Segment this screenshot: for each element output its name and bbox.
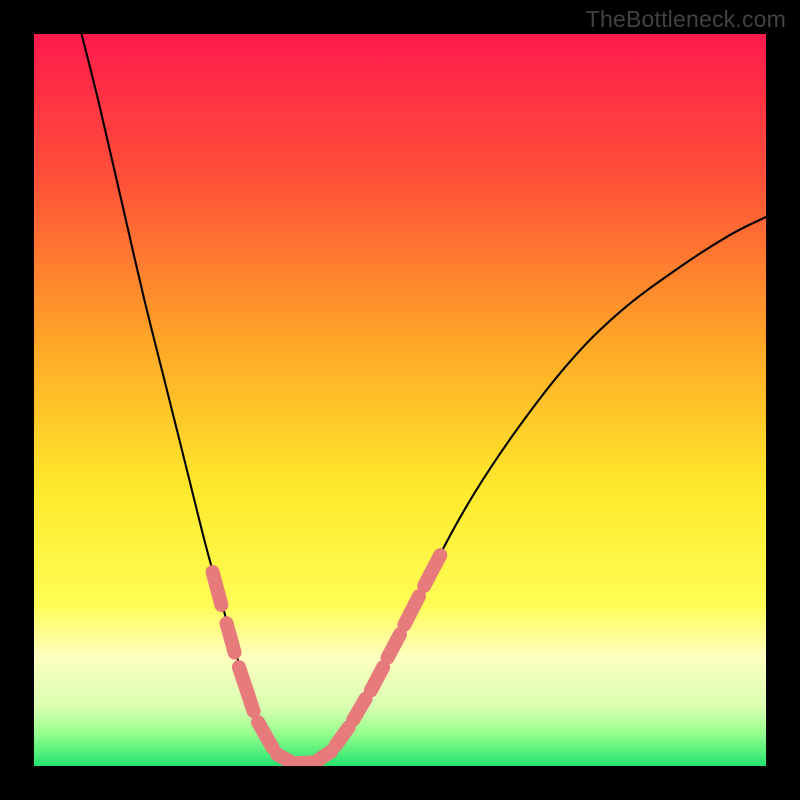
highlight-segment [277,754,292,762]
highlight-segment [227,623,235,652]
watermark-text: TheBottleneck.com [586,6,786,33]
chart-svg [0,0,800,800]
highlight-segment [213,572,222,605]
highlight-segment [318,751,331,760]
plot-background [34,34,766,766]
chart-stage: TheBottleneck.com [0,0,800,800]
highlight-segment [297,762,313,763]
